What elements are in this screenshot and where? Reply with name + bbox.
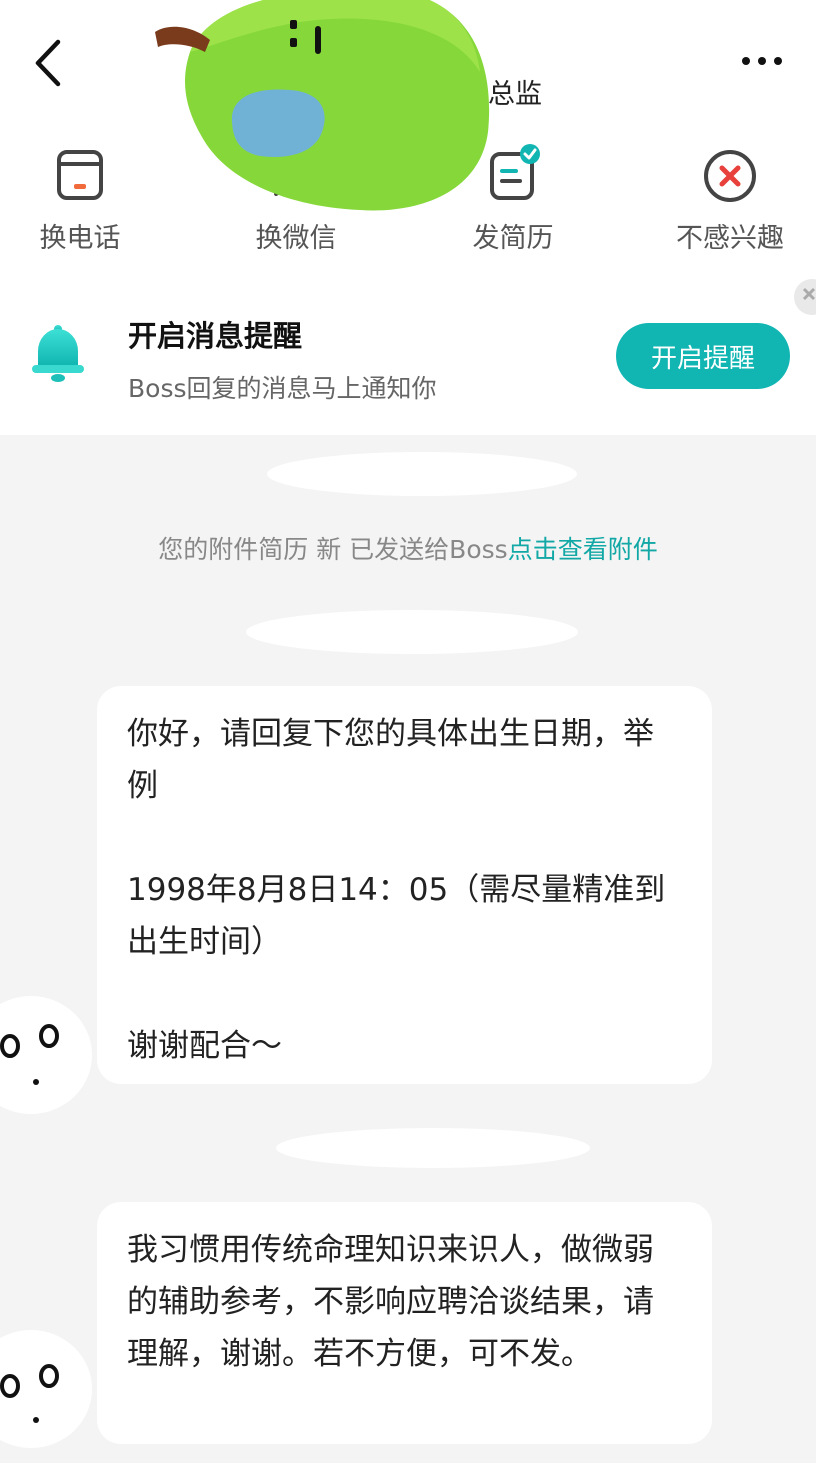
- redacted-timestamp: [276, 1128, 590, 1168]
- close-icon[interactable]: [792, 277, 816, 317]
- chat-header: 总监 换电话 换微信 发简历 不感兴趣 开启消息提醒 Boss回复的消息马上通知…: [0, 0, 816, 435]
- bell-icon: [32, 325, 84, 382]
- exchange-phone-label: 换电话: [39, 223, 121, 254]
- back-arrow-icon[interactable]: [28, 36, 72, 90]
- exchange-phone-button[interactable]: 换电话: [0, 138, 160, 258]
- message-text: 你好，请回复下您的具体出生日期，举例 1998年8月8日14：05（需尽量精准到…: [127, 716, 666, 1064]
- system-message-text: 您的附件简历 新 已发送给Boss: [158, 535, 508, 564]
- avatar[interactable]: [0, 1330, 92, 1448]
- view-attachment-link[interactable]: 点击查看附件: [508, 535, 658, 564]
- not-interested-icon: [704, 150, 756, 202]
- phone-card-icon: [57, 150, 103, 200]
- chat-title: 总监: [488, 79, 542, 110]
- resume-sent-system-message: 您的附件简历 新 已发送给Boss点击查看附件: [0, 530, 816, 566]
- send-resume-label: 发简历: [472, 223, 554, 254]
- mascot-sticker: [155, 0, 490, 211]
- redacted-timestamp: [246, 610, 578, 654]
- redacted-timestamp: [267, 452, 577, 496]
- message-bubble: 你好，请回复下您的具体出生日期，举例 1998年8月8日14：05（需尽量精准到…: [97, 686, 712, 1084]
- notification-subtitle: Boss回复的消息马上通知你: [128, 374, 437, 403]
- not-interested-button[interactable]: 不感兴趣: [650, 138, 810, 258]
- enable-notifications-button[interactable]: 开启提醒: [616, 323, 790, 389]
- more-options-icon[interactable]: [740, 50, 784, 72]
- avatar[interactable]: [0, 996, 92, 1114]
- exchange-wechat-label: 换微信: [255, 223, 337, 254]
- notification-prompt: 开启消息提醒 Boss回复的消息马上通知你 开启提醒: [0, 279, 816, 425]
- notification-title: 开启消息提醒: [128, 319, 303, 353]
- not-interested-label: 不感兴趣: [676, 223, 784, 254]
- message-bubble: 我习惯用传统命理知识来识人，做微弱的辅助参考，不影响应聘洽谈结果，请理解，谢谢。…: [97, 1202, 712, 1444]
- message-text: 我习惯用传统命理知识来识人，做微弱的辅助参考，不影响应聘洽谈结果，请理解，谢谢。…: [127, 1232, 654, 1372]
